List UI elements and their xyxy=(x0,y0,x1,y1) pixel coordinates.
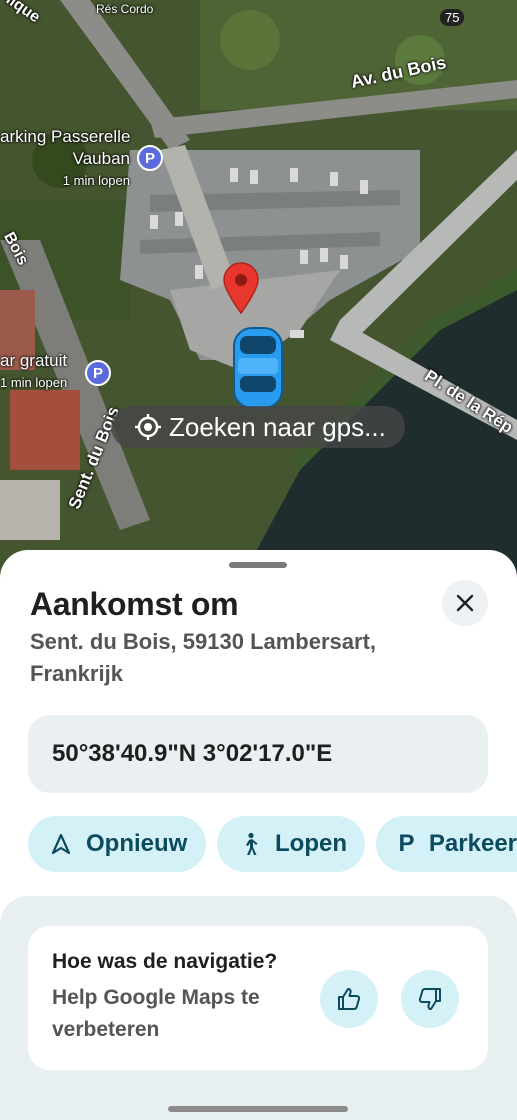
chip-label: Opnieuw xyxy=(86,830,188,857)
feedback-section: Hoe was de navigatie? Help Google Maps t… xyxy=(0,896,517,1120)
walking-icon xyxy=(239,832,261,855)
thumbs-down-icon xyxy=(418,988,441,1010)
thumbs-up-icon xyxy=(338,988,361,1010)
feedback-card: Hoe was de navigatie? Help Google Maps t… xyxy=(28,926,488,1070)
poi-name: arking Passerelle xyxy=(0,127,131,146)
parking-marker-icon[interactable]: P xyxy=(85,360,111,386)
walk-button[interactable]: Lopen xyxy=(217,816,365,872)
arrival-bottom-sheet: Aankomst om Sent. du Bois, 59130 Lambers… xyxy=(0,550,517,1120)
parking-icon: P xyxy=(398,830,415,857)
parking-button[interactable]: P Parkeer xyxy=(376,816,517,872)
thumbs-down-button[interactable] xyxy=(401,970,459,1028)
chip-label: Lopen xyxy=(275,830,347,857)
poi-walk-time: 1 min lopen xyxy=(0,375,68,390)
gps-status-pill[interactable]: Zoeken naar gps... xyxy=(111,406,405,448)
system-gesture-bar[interactable] xyxy=(168,1106,348,1112)
thumbs-up-button[interactable] xyxy=(320,970,378,1028)
map-view[interactable]: 75 Av. du Bois lique Rés Cordo Bois Sent… xyxy=(0,0,517,600)
restart-navigation-button[interactable]: Opnieuw xyxy=(28,816,206,872)
sheet-title: Aankomst om xyxy=(30,586,239,622)
battery-indicator: 75 xyxy=(440,9,465,26)
close-button[interactable] xyxy=(442,580,488,626)
destination-pin-icon[interactable] xyxy=(222,262,260,314)
parking-marker-icon[interactable]: P xyxy=(137,145,163,171)
gps-target-icon xyxy=(135,414,161,440)
chip-label: Parkeer xyxy=(428,830,517,857)
navigation-arrow-icon xyxy=(50,833,72,855)
poi-name-line2: Vauban xyxy=(72,149,130,168)
destination-address: Sent. du Bois, 59130 Lambersart, Frankri… xyxy=(30,629,377,686)
poi-walk-time: 1 min lopen xyxy=(62,173,130,188)
poi-parking-gratuit[interactable]: ar gratuit 1 min lopen xyxy=(0,350,78,394)
gps-status-text: Zoeken naar gps... xyxy=(169,411,386,442)
coordinates-text: 50°38'40.9"N 3°02'17.0"E xyxy=(52,740,333,767)
road-label-top-small: Rés Cordo xyxy=(96,2,154,16)
poi-name: ar gratuit xyxy=(0,351,68,370)
feedback-subtitle: Help Google Maps te verbeteren xyxy=(52,986,260,1041)
car-location-icon xyxy=(233,327,283,409)
coordinates-field[interactable]: 50°38'40.9"N 3°02'17.0"E xyxy=(28,715,488,793)
sheet-drag-handle[interactable] xyxy=(229,562,287,568)
close-icon xyxy=(456,594,474,612)
feedback-question: Hoe was de navigatie? xyxy=(52,950,278,973)
poi-parking-passerelle[interactable]: arking Passerelle Vauban 1 min lopen xyxy=(0,126,130,192)
